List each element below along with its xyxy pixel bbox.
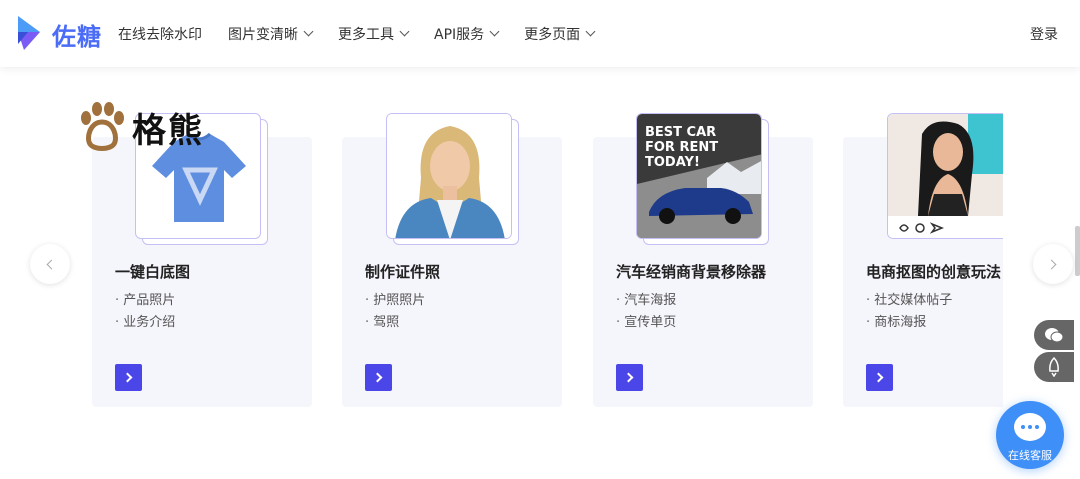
chevron-down-icon xyxy=(399,26,410,37)
nav-label: 更多工具 xyxy=(338,26,394,43)
paw-icon xyxy=(81,102,124,151)
social-post-image xyxy=(888,114,1003,238)
watermark-logo: 格熊 xyxy=(78,100,204,154)
card-go-button[interactable] xyxy=(365,364,392,391)
page-scrollbar[interactable] xyxy=(1075,226,1080,276)
wechat-button[interactable] xyxy=(1034,320,1074,350)
carousel-clip: 电商抠图的创意玩法 社交媒体帖子 商标海报 xyxy=(843,100,1003,420)
feature-card[interactable]: 电商抠图的创意玩法 社交媒体帖子 商标海报 xyxy=(843,113,1003,407)
carousel-prev-button[interactable] xyxy=(30,244,70,284)
chevron-down-icon xyxy=(303,26,314,37)
list-item: 商标海报 xyxy=(866,312,952,334)
chevron-down-icon xyxy=(489,26,500,37)
chevron-right-icon xyxy=(372,372,382,383)
product-image xyxy=(386,113,512,239)
nav-more-tools[interactable]: 更多工具 xyxy=(338,24,410,44)
svg-text:FOR RENT: FOR RENT xyxy=(645,140,718,155)
svg-text:TODAY!: TODAY! xyxy=(645,155,700,170)
card-title: 制作证件照 xyxy=(365,263,441,281)
card-go-button[interactable] xyxy=(616,364,643,391)
list-item: 护照照片 xyxy=(365,290,425,312)
list-item: 社交媒体帖子 xyxy=(866,290,952,312)
chevron-down-icon xyxy=(585,26,596,37)
chevron-right-icon xyxy=(873,372,883,383)
main-nav: 在线去除水印 图片变清晰 更多工具 API服务 更多页面 xyxy=(118,0,620,67)
card-go-button[interactable] xyxy=(866,364,893,391)
nav-enhance-image[interactable]: 图片变清晰 xyxy=(228,24,314,44)
card-feature-list: 汽车海报 宣传单页 xyxy=(616,290,676,334)
chat-icon xyxy=(1014,413,1046,441)
watermark-text: 格熊 xyxy=(132,110,204,151)
nav-label: API服务 xyxy=(434,26,485,43)
online-service-button[interactable]: 在线客服 xyxy=(996,401,1064,469)
top-header: 佐糖 在线去除水印 图片变清晰 更多工具 API服务 更多页面 登录 xyxy=(0,0,1080,67)
chevron-right-icon xyxy=(1046,259,1057,269)
chevron-left-icon xyxy=(46,259,57,269)
card-title: 电商抠图的创意玩法 xyxy=(866,263,1002,281)
feature-card[interactable]: 制作证件照 护照照片 驾照 xyxy=(342,113,562,407)
wechat-icon xyxy=(1045,328,1064,343)
rocket-icon xyxy=(1049,357,1059,377)
nav-more-pages[interactable]: 更多页面 xyxy=(524,24,596,44)
chevron-right-icon xyxy=(623,372,633,383)
card-feature-list: 社交媒体帖子 商标海报 xyxy=(866,290,952,334)
feature-card[interactable]: BEST CAR FOR RENT TODAY! 汽车经销商背景移除器 汽车海报… xyxy=(593,113,813,407)
card-feature-list: 护照照片 驾照 xyxy=(365,290,425,334)
logo-icon[interactable] xyxy=(14,14,44,52)
portrait-image xyxy=(387,114,511,238)
svg-text:BEST CAR: BEST CAR xyxy=(645,125,716,140)
product-image: BEST CAR FOR RENT TODAY! xyxy=(636,113,762,239)
login-link[interactable]: 登录 xyxy=(1030,24,1058,44)
list-item: 产品照片 xyxy=(115,290,175,312)
product-image xyxy=(887,113,1003,239)
card-title: 汽车经销商背景移除器 xyxy=(616,263,767,281)
back-to-top-button[interactable] xyxy=(1034,352,1074,382)
carousel-next-button[interactable] xyxy=(1033,244,1073,284)
chevron-right-icon xyxy=(122,372,132,383)
nav-label: 图片变清晰 xyxy=(228,26,298,43)
card-title: 一键白底图 xyxy=(115,263,191,281)
list-item: 业务介绍 xyxy=(115,312,175,334)
nav-remove-watermark[interactable]: 在线去除水印 xyxy=(118,24,202,44)
nav-label: 在线去除水印 xyxy=(118,26,202,43)
list-item: 驾照 xyxy=(365,312,425,334)
car-poster-image: BEST CAR FOR RENT TODAY! xyxy=(637,114,761,238)
feature-card[interactable]: 一键白底图 产品照片 业务介绍 xyxy=(92,113,312,407)
card-feature-list: 产品照片 业务介绍 xyxy=(115,290,175,334)
list-item: 宣传单页 xyxy=(616,312,676,334)
list-item: 汽车海报 xyxy=(616,290,676,312)
logo-text[interactable]: 佐糖 xyxy=(52,17,102,52)
chat-label: 在线客服 xyxy=(1008,449,1052,462)
nav-api-service[interactable]: API服务 xyxy=(434,24,500,44)
nav-label: 更多页面 xyxy=(524,26,581,43)
card-go-button[interactable] xyxy=(115,364,142,391)
